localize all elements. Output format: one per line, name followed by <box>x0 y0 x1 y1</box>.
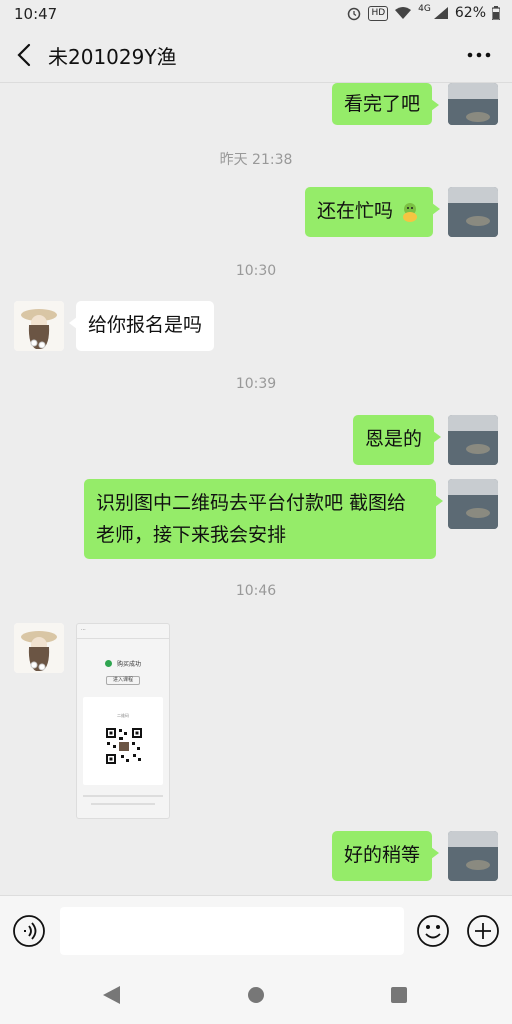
success-check-icon <box>104 660 112 667</box>
timestamp: 10:39 <box>235 376 277 392</box>
chat-title: 未201029Y渔 <box>48 45 177 69</box>
timestamp: 10:46 <box>235 583 277 599</box>
more-dots-icon[interactable] <box>466 44 492 66</box>
green-face-emoji-icon <box>403 202 418 222</box>
avatar-peer[interactable] <box>14 623 64 673</box>
message-bubble-outgoing[interactable]: 看完了吧 <box>332 83 440 125</box>
avatar-self[interactable] <box>448 831 498 881</box>
image-inner-button: 进入课程 <box>106 676 140 685</box>
timestamp: 昨天 21:38 <box>219 152 293 168</box>
chat-messages: 看完了吧 昨天 21:38 还在忙吗 10:30 给你报名是吗 10:39 恩是… <box>0 83 512 895</box>
image-message[interactable]: ... 购买成功 进入课程 二维码 <box>76 623 170 819</box>
image-top-line: ... <box>77 624 169 639</box>
status-bar: 10:47 HD 4G 62% <box>0 0 512 28</box>
nav-recent-icon[interactable] <box>390 986 408 1004</box>
message-text: 恩是的 <box>365 428 423 450</box>
nav-home-icon[interactable] <box>246 985 266 1005</box>
image-footer-lines <box>83 795 163 797</box>
message-text: 还在忙吗 <box>317 200 394 222</box>
message-input[interactable] <box>60 907 404 955</box>
status-time: 10:47 <box>14 5 58 23</box>
status-icons: HD 4G 62% <box>346 4 500 21</box>
avatar-self[interactable] <box>448 187 498 237</box>
avatar-self[interactable] <box>448 415 498 465</box>
avatar-self[interactable] <box>448 479 498 529</box>
message-text: 给你报名是吗 <box>88 314 203 336</box>
system-navigation-bar <box>0 965 512 1024</box>
wifi-icon <box>395 7 412 19</box>
hd-badge: HD <box>368 5 389 21</box>
message-text: 识别图中二维码去平台付款吧 截图给老师，接下来我会安排 <box>96 492 407 546</box>
voice-icon[interactable] <box>12 914 46 948</box>
plus-icon[interactable] <box>466 914 500 948</box>
signal-icon <box>433 7 448 19</box>
message-bubble-outgoing[interactable]: 识别图中二维码去平台付款吧 截图给老师，接下来我会安排 <box>84 479 443 559</box>
chat-header: 未201029Y渔 <box>0 28 512 83</box>
avatar-peer[interactable] <box>14 301 64 351</box>
battery-icon <box>492 6 500 20</box>
chevron-left-icon[interactable] <box>14 42 36 68</box>
message-bubble-outgoing[interactable]: 恩是的 <box>353 415 442 465</box>
timestamp: 10:30 <box>235 263 277 279</box>
message-bubble-outgoing[interactable]: 好的稍等 <box>332 831 440 881</box>
message-text: 看完了吧 <box>344 93 421 115</box>
battery-percent: 62% <box>454 5 486 21</box>
message-bubble-outgoing[interactable]: 还在忙吗 <box>305 187 441 237</box>
alarm-icon <box>348 7 361 21</box>
network-type: 4G <box>418 4 431 14</box>
image-qr-label: 二维码 <box>117 713 129 718</box>
message-text: 好的稍等 <box>344 844 421 866</box>
emoji-icon[interactable] <box>416 914 450 948</box>
message-bubble-incoming[interactable]: 给你报名是吗 <box>68 301 215 351</box>
image-card: 二维码 <box>83 697 163 785</box>
input-bar <box>0 895 512 966</box>
qr-code-icon <box>105 727 143 765</box>
avatar-self[interactable] <box>448 83 498 125</box>
image-success-text: 购买成功 <box>117 661 142 668</box>
nav-back-icon[interactable] <box>100 985 122 1005</box>
